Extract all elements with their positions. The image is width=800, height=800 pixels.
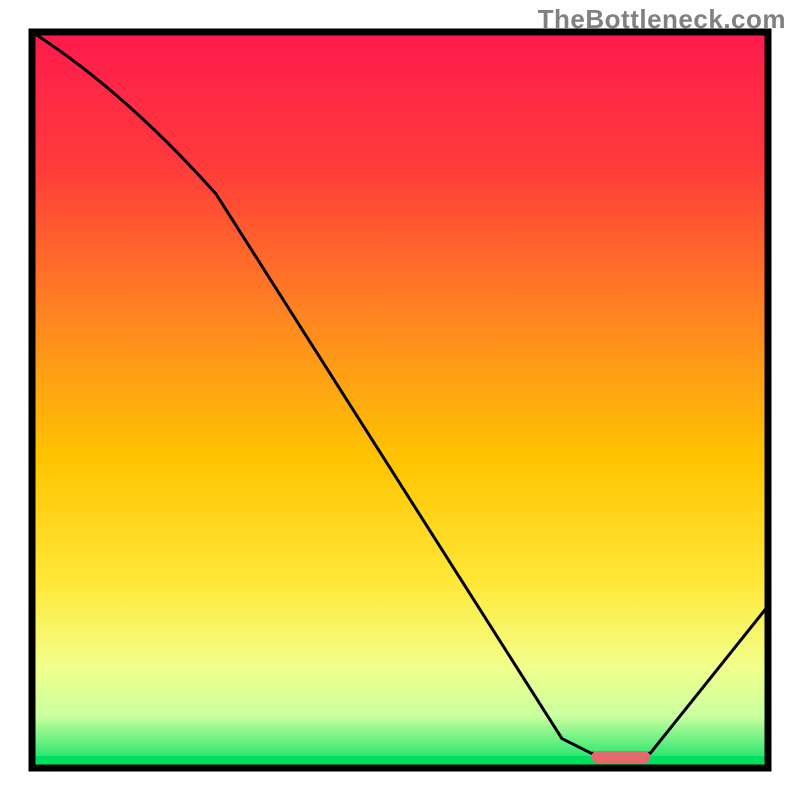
chart-canvas <box>0 0 800 800</box>
plot-background <box>32 32 768 768</box>
chart-container: TheBottleneck.com <box>0 0 800 800</box>
watermark-text: TheBottleneck.com <box>538 4 786 35</box>
optimal-range-marker <box>591 751 650 763</box>
